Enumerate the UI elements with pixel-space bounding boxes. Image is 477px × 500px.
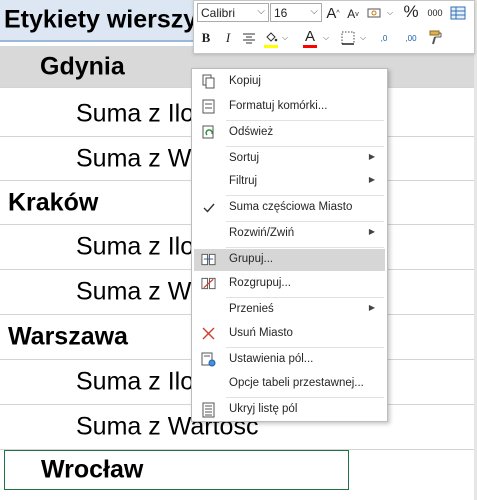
percent-icon: %	[403, 2, 419, 21]
check-icon	[201, 200, 216, 215]
shrink-font-button[interactable]: Av	[346, 4, 360, 24]
font-name-value: Calibri	[201, 6, 236, 20]
borders-icon	[341, 31, 355, 45]
center-align-button[interactable]	[240, 28, 258, 48]
table-icon	[450, 6, 466, 20]
chevron-down-icon: ⌵	[257, 6, 265, 17]
menu-item-label: Odśwież	[229, 126, 274, 138]
increase-decimal-icon: ,0	[380, 33, 388, 43]
menu-item-label: Formatuj komórki...	[229, 100, 328, 112]
menu-item-ungroup[interactable]: Rozgrupuj...	[194, 273, 385, 295]
menu-item-remove-field[interactable]: Usuń Miasto	[194, 323, 385, 345]
chevron-down-icon[interactable]: ⌵	[282, 33, 288, 43]
refresh-icon	[201, 125, 216, 140]
decrease-decimal-icon: ,00	[405, 33, 417, 43]
menu-item-pivot-options[interactable]: Opcje tabeli przestawnej...	[194, 373, 385, 395]
italic-icon: I	[225, 30, 231, 45]
pivot-header-label: Etykiety wierszy	[4, 5, 198, 34]
borders-button[interactable]	[339, 28, 357, 48]
grow-font-button[interactable]: A ^	[325, 3, 341, 23]
menu-item-label: Ukryj listę pól	[229, 403, 298, 415]
menu-item-label: Rozwiń/Zwiń	[229, 227, 295, 239]
row-label: Kraków	[8, 188, 99, 216]
row-label: Wrocław	[41, 455, 144, 484]
chevron-down-icon[interactable]: ⌵	[360, 33, 366, 43]
chevron-right-icon: ▶	[368, 175, 375, 184]
menu-item-copy[interactable]: Kopiuj	[194, 71, 385, 93]
menu-item-label: Usuń Miasto	[229, 327, 293, 339]
chevron-right-icon: ▶	[368, 303, 375, 312]
comma-style-icon: 000	[427, 8, 443, 18]
font-size-box[interactable]: 16 ⌵	[270, 3, 322, 22]
increase-decimal-button[interactable]: ,0	[372, 28, 396, 48]
format-cells-icon	[201, 99, 216, 114]
menu-separator	[226, 297, 384, 298]
align-center-icon	[243, 33, 255, 44]
row-label: Gdynia	[40, 52, 125, 80]
chevron-down-icon[interactable]: ⌵	[323, 33, 329, 43]
font-name-box[interactable]: Calibri ⌵	[197, 3, 269, 22]
menu-item-subtotal[interactable]: Suma częściowa Miasto	[194, 197, 385, 219]
menu-separator	[226, 120, 384, 121]
pivot-row-wroclaw[interactable]: Wrocław	[4, 450, 349, 490]
field-settings-icon	[201, 352, 216, 367]
menu-item-expand-collapse[interactable]: Rozwiń/Zwiń ▶	[194, 223, 385, 245]
accounting-format-icon	[367, 8, 381, 18]
menu-item-format-cells[interactable]: Formatuj komórki...	[194, 96, 385, 118]
menu-item-label: Ustawienia pól...	[229, 353, 314, 365]
field-list-icon	[201, 402, 216, 417]
menu-item-group[interactable]: Grupuj...	[194, 249, 385, 271]
menu-item-refresh[interactable]: Odśwież	[194, 122, 385, 144]
menu-item-label: Suma częściowa Miasto	[229, 201, 353, 213]
menu-separator	[226, 397, 384, 398]
chevron-down-icon[interactable]: ⌵	[387, 8, 393, 18]
paint-bucket-icon	[266, 31, 278, 42]
copy-icon	[201, 74, 216, 89]
ungroup-icon	[201, 276, 216, 291]
menu-item-sort[interactable]: Sortuj ▶	[194, 148, 385, 170]
menu-separator	[226, 221, 384, 222]
chevron-right-icon: ▶	[368, 227, 375, 236]
menu-item-label: Rozgrupuj...	[229, 277, 292, 289]
format-painter-icon	[429, 30, 442, 44]
chevron-down-icon: ⌵	[310, 6, 318, 17]
italic-button[interactable]: I	[221, 28, 235, 48]
menu-item-label: Filtruj	[229, 175, 258, 187]
menu-item-move[interactable]: Przenieś ▶	[194, 299, 385, 321]
row-label: Warszawa	[8, 322, 128, 351]
menu-item-label: Kopiuj	[229, 75, 261, 87]
mini-toolbar: Calibri ⌵ 16 ⌵ A^ Av ⌵ % 000 B I ⌵ A ⌵	[193, 0, 475, 54]
menu-separator	[226, 347, 384, 348]
font-color-icon: A	[304, 27, 315, 45]
group-icon	[201, 252, 216, 267]
menu-separator	[226, 146, 384, 147]
chevron-right-icon: ▶	[368, 152, 375, 161]
comma-style-button[interactable]: 000	[424, 3, 446, 23]
font-size-value: 16	[274, 6, 288, 20]
format-table-button[interactable]	[448, 3, 468, 23]
format-painter-button[interactable]	[427, 27, 445, 47]
menu-item-field-settings[interactable]: Ustawienia pól...	[194, 349, 385, 371]
menu-separator	[226, 247, 384, 248]
remove-icon	[201, 326, 216, 341]
decrease-decimal-button[interactable]: ,00	[398, 28, 424, 48]
fill-color-swatch	[264, 45, 278, 48]
font-color-button[interactable]: A	[302, 26, 318, 46]
bold-button[interactable]: B	[199, 28, 213, 48]
menu-item-hide-field-list[interactable]: Ukryj listę pól	[194, 399, 385, 421]
percent-style-button[interactable]: %	[402, 2, 420, 22]
accounting-format-button[interactable]	[366, 3, 384, 23]
context-menu: Kopiuj Formatuj komórki... Odśwież Sortu…	[191, 68, 388, 422]
menu-item-label: Opcje tabeli przestawnej...	[229, 377, 364, 389]
bold-icon: B	[201, 30, 211, 45]
menu-separator	[226, 195, 384, 196]
font-color-swatch	[303, 45, 317, 48]
fill-color-button[interactable]	[262, 27, 280, 47]
shrink-font-icon: A	[347, 7, 356, 21]
menu-item-label: Sortuj	[229, 152, 260, 164]
grow-font-icon: A	[326, 4, 337, 22]
menu-item-label: Przenieś	[229, 303, 274, 315]
menu-item-filter[interactable]: Filtruj ▶	[194, 171, 385, 193]
menu-item-label: Grupuj...	[229, 253, 274, 265]
